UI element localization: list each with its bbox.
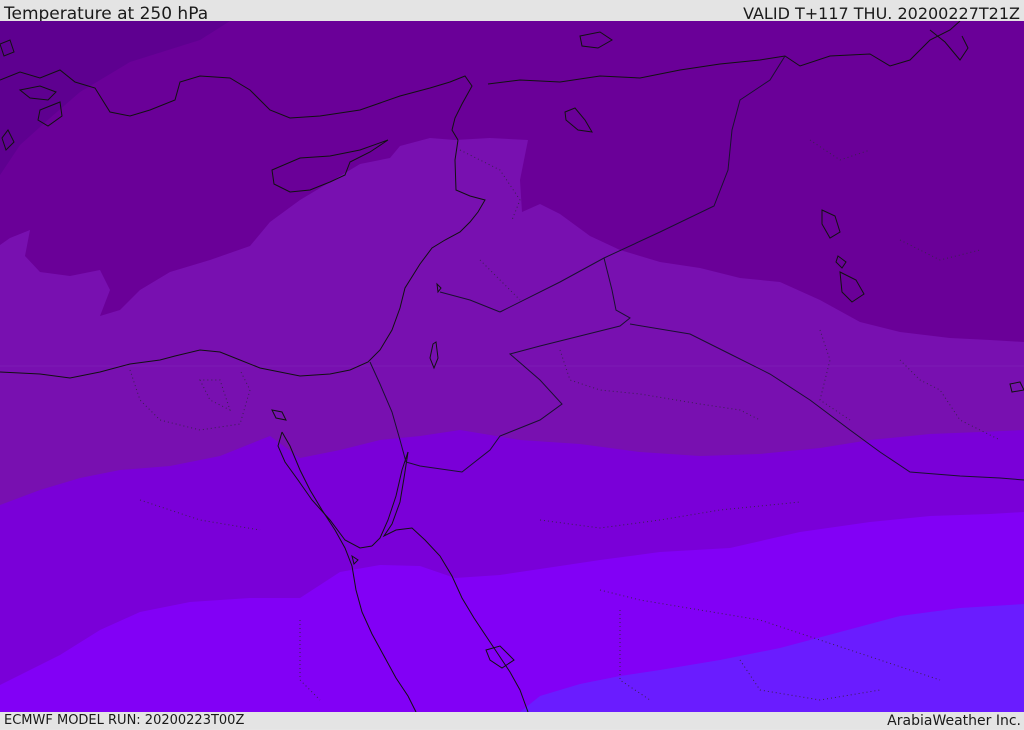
map-canvas xyxy=(0,21,1024,712)
header-bar: Temperature at 250 hPa VALID T+117 THU. … xyxy=(0,0,1024,24)
temperature-map[interactable] xyxy=(0,21,1024,712)
model-run: ECMWF MODEL RUN: 20200223T00Z xyxy=(4,713,245,728)
credit-text: ArabiaWeather Inc. xyxy=(887,713,1021,729)
footer-bar: ECMWF MODEL RUN: 20200223T00Z ArabiaWeat… xyxy=(0,712,1024,729)
